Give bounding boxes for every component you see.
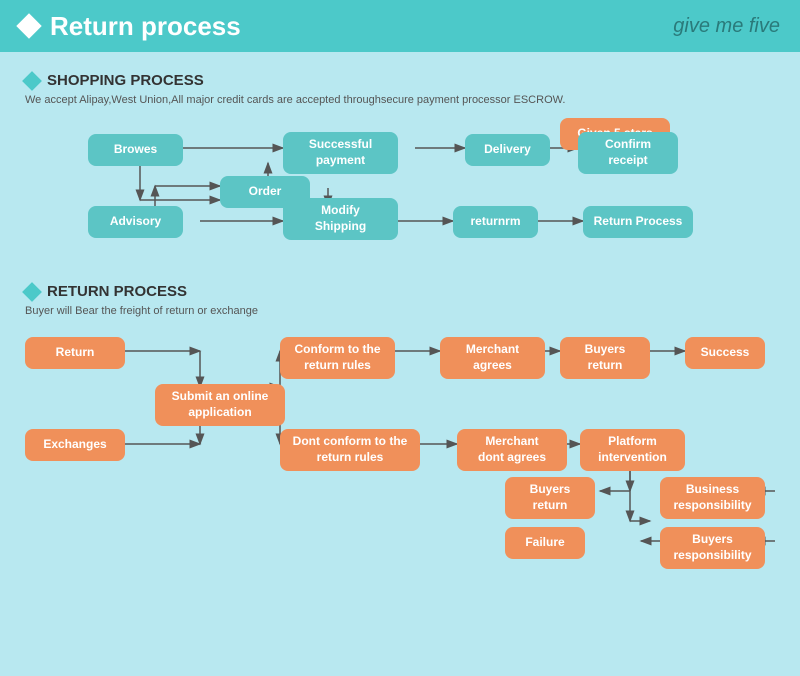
- box-buyers-return-2: Buyers return: [505, 477, 595, 519]
- box-submit-online: Submit an online application: [155, 384, 285, 426]
- return-diamond: [22, 282, 42, 302]
- header-diamond: [16, 13, 41, 38]
- box-returnrm: returnrm: [453, 206, 538, 238]
- box-return-process: Return Process: [583, 206, 693, 238]
- box-conform-rules: Conform to the return rules: [280, 337, 395, 379]
- box-business-resp: Business responsibility: [660, 477, 765, 519]
- box-dont-conform: Dont conform to the return rules: [280, 429, 420, 471]
- content: SHOPPING PROCESS We accept Alipay,West U…: [0, 52, 800, 619]
- box-return: Return: [25, 337, 125, 369]
- shopping-section: SHOPPING PROCESS We accept Alipay,West U…: [25, 72, 775, 278]
- box-successful: Successful payment: [283, 132, 398, 174]
- box-merchant-agrees: Merchant agrees: [440, 337, 545, 379]
- shopping-title: SHOPPING PROCESS: [47, 72, 204, 89]
- shopping-subtitle: We accept Alipay,West Union,All major cr…: [25, 94, 775, 106]
- box-buyers-resp: Buyers responsibility: [660, 527, 765, 569]
- box-browes: Browes: [88, 134, 183, 166]
- shopping-diamond: [22, 71, 42, 91]
- return-subtitle: Buyer will Bear the freight of return or…: [25, 305, 775, 317]
- box-delivery: Delivery: [465, 134, 550, 166]
- box-confirm: Confirm receipt: [578, 132, 678, 174]
- box-success: Success: [685, 337, 765, 369]
- box-modify-shipping: Modify Shipping: [283, 198, 398, 240]
- header-title: Return process: [50, 11, 241, 42]
- box-exchanges: Exchanges: [25, 429, 125, 461]
- box-platform: Platform intervention: [580, 429, 685, 471]
- header: Return process give me five: [0, 0, 800, 52]
- header-logo: give me five: [673, 15, 780, 38]
- box-advisory: Advisory: [88, 206, 183, 238]
- box-buyers-return-1: Buyers return: [560, 337, 650, 379]
- return-section: RETURN PROCESS Buyer will Bear the freig…: [25, 283, 775, 609]
- box-merchant-dont: Merchant dont agrees: [457, 429, 567, 471]
- box-failure: Failure: [505, 527, 585, 559]
- return-title: RETURN PROCESS: [47, 283, 187, 300]
